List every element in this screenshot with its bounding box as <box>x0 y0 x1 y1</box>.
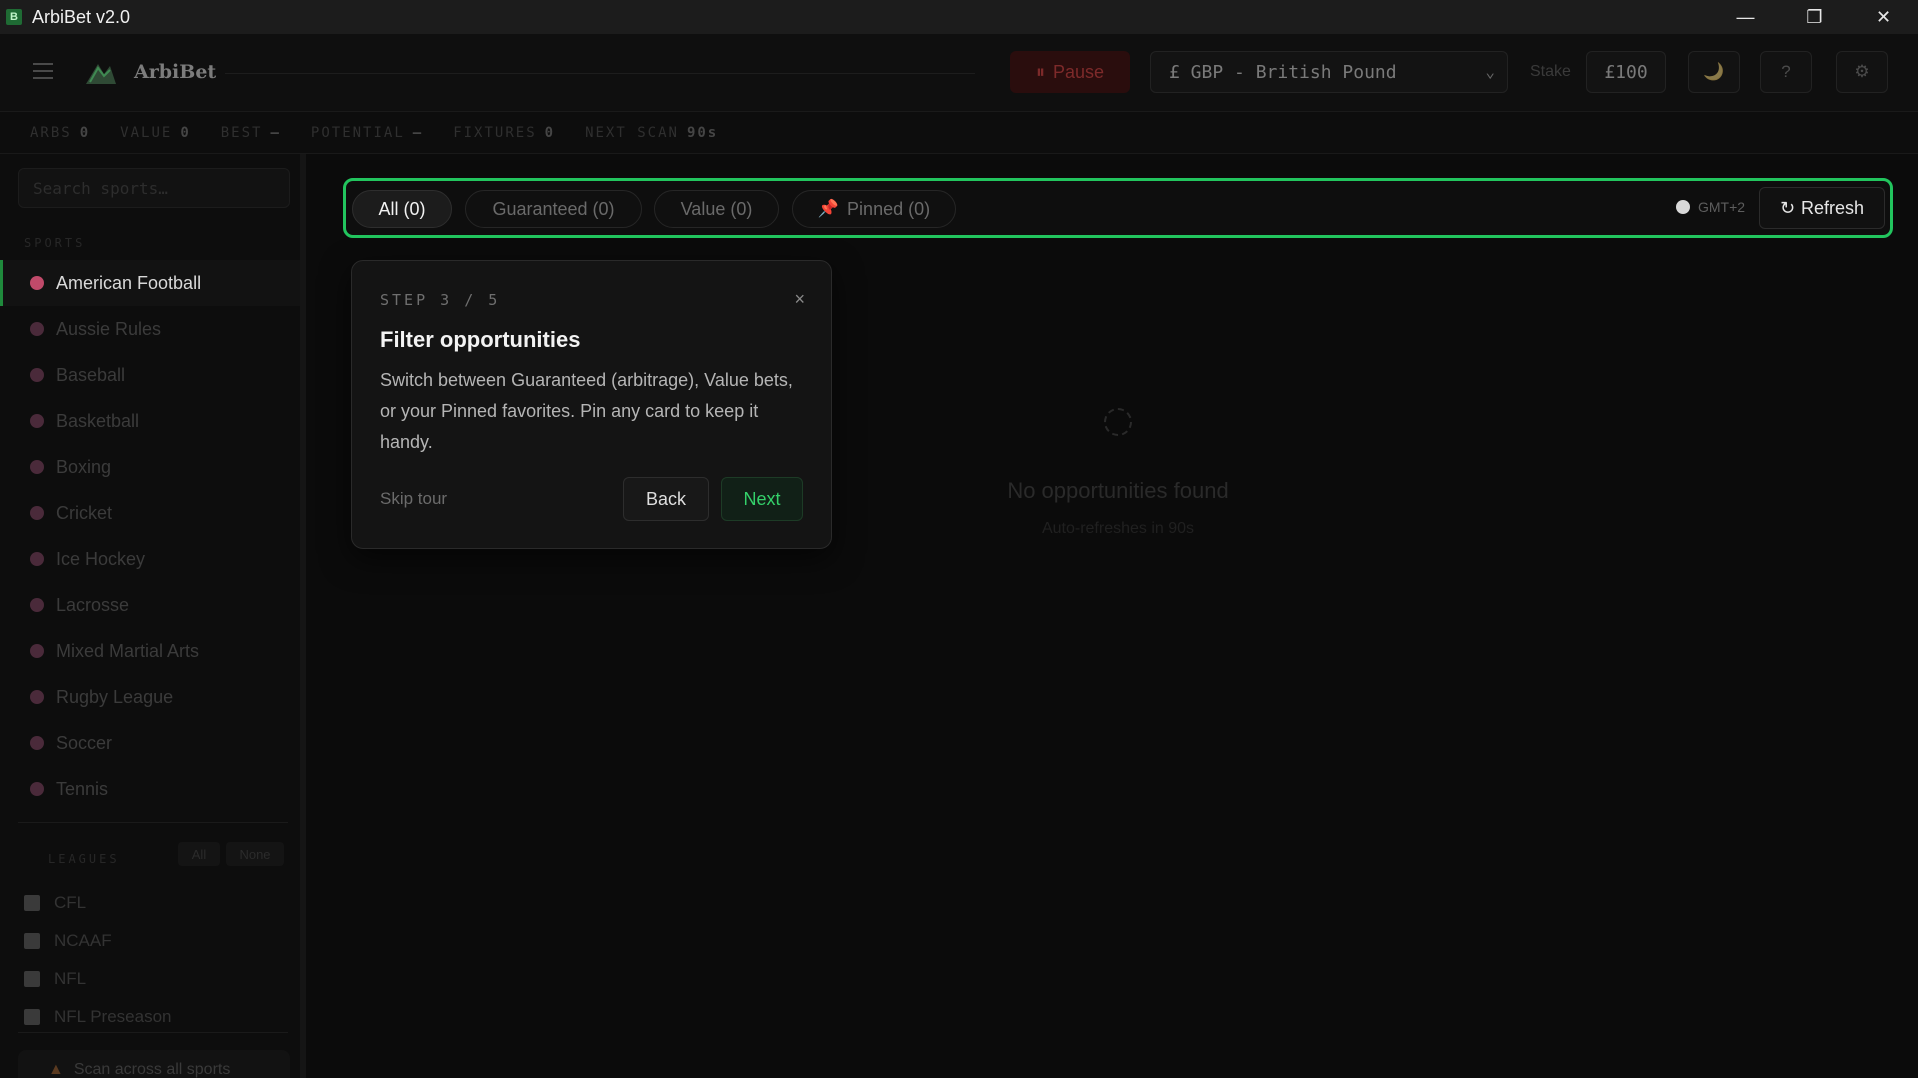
league-item-nfl-preseason[interactable]: NFL Preseason <box>24 998 171 1036</box>
sport-icon <box>30 368 44 382</box>
stat-value: VALUE 0 <box>120 124 191 141</box>
sport-icon <box>30 782 44 796</box>
gear-icon: ⚙ <box>1854 62 1870 81</box>
timezone-label: GMT+2 <box>1698 199 1746 215</box>
minimize-button[interactable]: — <box>1711 0 1780 34</box>
league-checkbox[interactable] <box>24 971 40 987</box>
tour-step-indicator: STEP 3 / 5 <box>380 291 501 309</box>
sidebar-item-tennis[interactable]: Tennis <box>0 766 300 812</box>
empty-state-title: No opportunities found <box>1007 478 1229 503</box>
leagues-all-button[interactable]: All <box>178 842 220 866</box>
league-list: CFL NCAAF NFL NFL Preseason <box>24 884 171 1036</box>
sport-icon <box>30 414 44 428</box>
pause-button[interactable]: ⏸ Pause <box>1010 51 1130 93</box>
tour-body: Switch between Guaranteed (arbitrage), V… <box>380 370 793 452</box>
help-button[interactable]: ? <box>1760 51 1812 93</box>
sport-icon <box>30 552 44 566</box>
theme-toggle-button[interactable]: 🌙 <box>1688 51 1740 93</box>
sports-section-label: SPORTS <box>24 236 86 250</box>
league-item-nfl[interactable]: NFL <box>24 960 171 998</box>
tour-popover: STEP 3 / 5 × Filter opportunities Switch… <box>351 260 832 549</box>
brand-logo-icon <box>86 64 116 84</box>
pin-icon: 📌 <box>817 199 840 218</box>
stats-bar: ARBS 0 VALUE 0 BEST — POTENTIAL — FIXTURES 0 … <box>0 112 1918 154</box>
chevron-down-icon: ⌄ <box>1485 62 1495 81</box>
tour-title: Filter opportunities <box>380 327 581 352</box>
sidebar-item-ice-hockey[interactable]: Ice Hockey <box>0 536 300 582</box>
sport-icon <box>30 598 44 612</box>
pause-label: Pause <box>1052 61 1105 82</box>
brand-name: ArbiBet <box>134 61 217 83</box>
next-button[interactable]: Next <box>721 477 803 521</box>
stat-best: BEST — <box>220 124 281 141</box>
sport-icon <box>30 276 44 290</box>
clock-icon <box>1676 200 1690 214</box>
skip-tour-button[interactable]: Skip tour <box>380 489 447 509</box>
sidebar-item-soccer[interactable]: Soccer <box>0 720 300 766</box>
help-icon: ? <box>1781 62 1791 81</box>
league-item-ncaaf[interactable]: NCAAF <box>24 922 171 960</box>
stake-input[interactable]: £100 <box>1586 51 1666 93</box>
loading-spinner-icon <box>1104 408 1132 436</box>
sidebar-item-american-football[interactable]: American Football <box>0 260 300 306</box>
sidebar: Search sports… SPORTS American Football … <box>0 154 306 1078</box>
sidebar-divider <box>18 1032 288 1033</box>
timezone-indicator: GMT+2 <box>1676 199 1745 215</box>
tab-pinned[interactable]: 📌 Pinned (0) <box>792 190 956 228</box>
sidebar-item-boxing[interactable]: Boxing <box>0 444 300 490</box>
app-header: ArbiBet ⏸ Pause £ GBP - British Pound ⌄ … <box>0 34 1918 112</box>
tab-value[interactable]: Value (0) <box>654 190 779 228</box>
currency-select[interactable]: £ GBP - British Pound ⌄ <box>1150 51 1508 93</box>
window-titlebar: B ArbiBet v2.0 — ❐ ✕ <box>0 0 1918 34</box>
close-icon[interactable]: × <box>794 289 805 310</box>
app-logo-icon: B <box>6 9 22 25</box>
stat-arbs: ARBS 0 <box>30 124 91 141</box>
stake-label: Stake <box>1530 63 1571 80</box>
sport-icon <box>30 460 44 474</box>
refresh-button[interactable]: ↻ Refresh <box>1759 187 1885 229</box>
stat-fixtures: FIXTURES 0 <box>453 124 556 141</box>
sidebar-item-baseball[interactable]: Baseball <box>0 352 300 398</box>
leagues-none-button[interactable]: None <box>226 842 284 866</box>
tab-all[interactable]: All (0) <box>352 190 452 228</box>
sidebar-item-basketball[interactable]: Basketball <box>0 398 300 444</box>
sidebar-item-lacrosse[interactable]: Lacrosse <box>0 582 300 628</box>
sidebar-item-mixed-martial-arts[interactable]: Mixed Martial Arts <box>0 628 300 674</box>
sport-icon <box>30 690 44 704</box>
league-checkbox[interactable] <box>24 1009 40 1025</box>
sport-icon <box>30 322 44 336</box>
sport-icon <box>30 644 44 658</box>
sidebar-item-cricket[interactable]: Cricket <box>0 490 300 536</box>
pause-icon: ⏸ <box>1035 61 1045 82</box>
sidebar-item-rugby-league[interactable]: Rugby League <box>0 674 300 720</box>
menu-icon[interactable] <box>33 63 53 79</box>
scan-all-sports-button[interactable]: ▲ Scan across all sports <box>18 1050 290 1078</box>
filter-bar: All (0) Guaranteed (0) Value (0) 📌 Pinne… <box>343 178 1893 238</box>
league-checkbox[interactable] <box>24 895 40 911</box>
leagues-section-label: LEAGUES <box>48 852 120 866</box>
sport-search-input[interactable]: Search sports… <box>18 168 290 208</box>
restore-button[interactable]: ❐ <box>1780 0 1849 34</box>
empty-state-subtitle: Auto-refreshes in 90s <box>1041 520 1195 537</box>
sport-icon <box>30 506 44 520</box>
currency-value: £ GBP - British Pound <box>1169 61 1397 83</box>
sport-icon <box>30 736 44 750</box>
league-checkbox[interactable] <box>24 933 40 949</box>
tab-guaranteed[interactable]: Guaranteed (0) <box>465 190 642 228</box>
back-button[interactable]: Back <box>623 477 709 521</box>
flame-icon: ▲ <box>48 1061 64 1078</box>
sidebar-divider <box>18 822 288 823</box>
window-controls: — ❐ ✕ <box>1711 0 1918 34</box>
sidebar-item-aussie-rules[interactable]: Aussie Rules <box>0 306 300 352</box>
close-window-button[interactable]: ✕ <box>1849 0 1918 34</box>
stat-potential: POTENTIAL — <box>310 124 424 141</box>
refresh-icon: ↻ <box>1779 197 1796 218</box>
league-item-cfl[interactable]: CFL <box>24 884 171 922</box>
moon-icon: 🌙 <box>1703 62 1725 81</box>
window-title: ArbiBet v2.0 <box>32 6 131 27</box>
header-progress-line <box>225 73 975 74</box>
stat-next-scan: NEXT SCAN 90s <box>585 124 719 141</box>
settings-button[interactable]: ⚙ <box>1836 51 1888 93</box>
sport-list: American Football Aussie Rules Baseball … <box>0 260 300 812</box>
